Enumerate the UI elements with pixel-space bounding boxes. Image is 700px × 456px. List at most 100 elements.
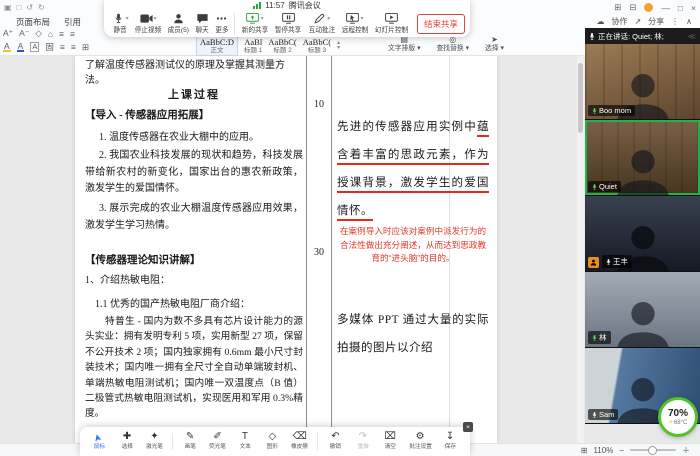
- select-button[interactable]: ➤ 选择 ▾: [485, 36, 504, 53]
- more-dots-icon: [215, 13, 228, 24]
- close-toolbar-button[interactable]: ×: [463, 422, 473, 432]
- style-body-text[interactable]: AaBbC:D 正文: [196, 36, 238, 56]
- tab-page-layout[interactable]: 页面布局: [16, 16, 50, 28]
- layout-mode-icon[interactable]: ⊞: [614, 2, 621, 13]
- style-gallery-more-icon[interactable]: ▴▾: [337, 41, 340, 51]
- collapse-panel-icon[interactable]: ≪: [688, 32, 696, 41]
- font-color-icon[interactable]: A: [17, 42, 25, 52]
- number-list-icon[interactable]: ≡: [70, 29, 75, 39]
- slideshow-control-button[interactable]: 幻灯片控制: [372, 12, 412, 35]
- style-gallery: AaBbC:D 正文 AaBl 标题 1 AaBbC( 标题 2 AaBbC( …: [196, 36, 340, 56]
- mic-icon: [592, 183, 597, 191]
- design-intent-note: 多媒体 PPT 通过大量的实际拍摄的图片以介绍: [337, 306, 489, 362]
- stop-video-button[interactable]: ▾ 停止视频: [131, 12, 164, 35]
- video-tile-active-speaker[interactable]: Quiet: [585, 120, 700, 196]
- char-shading-icon[interactable]: 固: [45, 41, 54, 53]
- share-button[interactable]: 分享: [648, 16, 664, 27]
- chevron-down-icon[interactable]: ▾: [360, 15, 363, 22]
- select-cursor-icon: ➤: [491, 36, 498, 44]
- undo-icon[interactable]: ↺: [26, 3, 33, 12]
- more-menu-icon[interactable]: ⋮: [671, 17, 679, 26]
- red-underlined-text: 蕴含着丰富的思政元素，作为授课背景，激发学生的爱国情怀。: [337, 121, 489, 217]
- tab-references[interactable]: 引用: [64, 16, 81, 28]
- vertical-scrollbar[interactable]: [577, 55, 584, 443]
- text-effects-icon[interactable]: ◇: [35, 28, 42, 39]
- chevron-down-icon[interactable]: ▾: [260, 15, 263, 22]
- performance-widget[interactable]: 70% ⚡ 68°C: [658, 397, 698, 437]
- style-heading-3[interactable]: AaBbC( 标题 3: [303, 38, 331, 54]
- zoom-out-button[interactable]: −: [619, 446, 624, 455]
- ribbon-color-group: A A A 固 ≡ ≡ ⊞: [3, 41, 89, 53]
- ribbon-layout-icon[interactable]: ⊟: [629, 2, 636, 13]
- account-avatar[interactable]: [644, 3, 653, 12]
- close-button[interactable]: ×: [691, 3, 696, 13]
- download-icon: ↧: [446, 432, 454, 443]
- text-tool-button[interactable]: T 文本: [235, 432, 255, 450]
- redo-button[interactable]: ↷ 重做: [353, 432, 373, 450]
- person-icon: [172, 13, 185, 24]
- char-border-icon[interactable]: A: [30, 42, 39, 52]
- maximize-button[interactable]: □: [678, 3, 683, 13]
- laser-pointer-button[interactable]: ✦ 激光笔: [144, 432, 164, 450]
- video-tile[interactable]: 王丰: [585, 196, 700, 272]
- doc-item-2: 2. 我国农业科技发展的现状和趋势，科技发展带给新农村的新变化，国家出台的惠农新…: [85, 148, 303, 198]
- redo-icon[interactable]: ↻: [38, 3, 45, 12]
- zoom-slider-knob[interactable]: [648, 446, 657, 455]
- annotation-button[interactable]: ▾ 互动批注: [305, 12, 338, 35]
- mouse-tool-button[interactable]: ➤ 鼠标: [90, 432, 110, 450]
- scrollbar-thumb[interactable]: [578, 63, 583, 133]
- cloud-sync-icon[interactable]: ☁: [596, 17, 604, 26]
- mic-icon: [592, 411, 597, 419]
- speaking-indicator-bar: 正在讲话: Quiet; 林; ≪: [585, 28, 700, 44]
- mute-button[interactable]: ▾ 静音: [109, 12, 131, 35]
- new-share-button[interactable]: ▾ 新的共享: [238, 12, 271, 35]
- minimize-button[interactable]: —: [661, 3, 670, 13]
- shapes-tool-button[interactable]: ◇ 图形: [262, 432, 282, 450]
- style-heading-1[interactable]: AaBl 标题 1: [244, 38, 262, 54]
- remote-control-button[interactable]: ▾ 远程控制: [338, 12, 371, 35]
- participant-label: Boo mom: [588, 105, 635, 116]
- ribbon-font-group: A⁺ A⁻ ◇ ⌂ ≡ ≡: [3, 28, 75, 39]
- annotation-settings-button[interactable]: ⚙ 批注设置: [408, 432, 433, 450]
- video-tile[interactable]: 林: [585, 272, 700, 348]
- select-tool-button[interactable]: ✚ 选择: [117, 432, 137, 450]
- clear-all-button[interactable]: ⌧ 清空: [380, 432, 400, 450]
- document-page[interactable]: 了解温度传感器测试仪的原理及掌握其测量方法。 上课过程 【导入 - 传感器应用拓…: [75, 55, 497, 443]
- save-icon[interactable]: □: [17, 3, 22, 12]
- chevron-down-icon[interactable]: ▾: [327, 15, 330, 22]
- collapse-ribbon-icon[interactable]: ∧: [686, 17, 692, 26]
- eraser-tool-button[interactable]: ⌫ 橡皮擦: [290, 432, 310, 450]
- video-tile[interactable]: Boo mom: [585, 44, 700, 120]
- table-icon[interactable]: ⊞: [82, 42, 89, 53]
- red-comment-text: 在案例导入时应该对案例中派发行为的合法性做出充分阐述，从而达到思政教育的“进头脑…: [337, 225, 489, 266]
- phonetic-guide-icon[interactable]: ⌂: [48, 29, 53, 39]
- text-layout-button[interactable]: ▤ 文字排版 ▾: [388, 36, 421, 53]
- page-grid-icon[interactable]: ⊞: [581, 446, 588, 455]
- undo-button[interactable]: ↶ 撤销: [325, 432, 345, 450]
- mic-icon: [112, 13, 125, 24]
- mic-icon: [606, 258, 611, 266]
- align-center-icon[interactable]: ≡: [71, 42, 76, 52]
- pen-tool-button[interactable]: ✎ 画笔: [180, 432, 200, 450]
- highlight-color-icon[interactable]: A: [3, 42, 11, 52]
- find-replace-button[interactable]: ◎ 查找替换 ▾: [437, 36, 470, 53]
- style-heading-2[interactable]: AaBbC( 标题 2: [268, 38, 296, 54]
- shrink-font-icon[interactable]: A⁻: [19, 28, 29, 39]
- end-share-button[interactable]: 结束共享: [417, 14, 465, 34]
- pause-share-button[interactable]: 暂停共享: [272, 12, 305, 35]
- align-left-icon[interactable]: ≡: [60, 42, 65, 52]
- members-button[interactable]: 成员(5): [165, 12, 193, 35]
- collab-button[interactable]: 协作: [611, 16, 627, 27]
- save-annotation-button[interactable]: ↧ 保存: [440, 432, 460, 450]
- home-icon[interactable]: ▣: [4, 3, 12, 12]
- chat-button[interactable]: 聊天: [193, 12, 212, 35]
- chevron-down-icon[interactable]: ▾: [154, 15, 157, 22]
- highlighter-tool-button[interactable]: ✐ 荧光笔: [208, 432, 228, 450]
- zoom-in-button[interactable]: ＋: [682, 445, 690, 456]
- cursor-icon: ➤: [93, 432, 106, 443]
- bullet-list-icon[interactable]: ≡: [59, 29, 64, 39]
- more-button[interactable]: 更多: [212, 12, 231, 35]
- chevron-down-icon[interactable]: ▾: [126, 15, 129, 22]
- zoom-slider[interactable]: [630, 449, 676, 451]
- grow-font-icon[interactable]: A⁺: [3, 28, 13, 39]
